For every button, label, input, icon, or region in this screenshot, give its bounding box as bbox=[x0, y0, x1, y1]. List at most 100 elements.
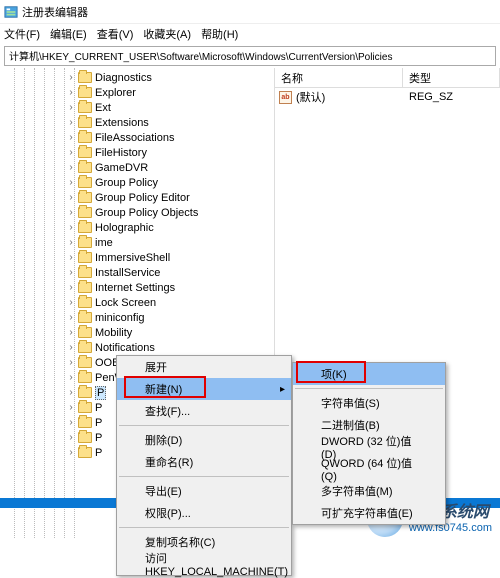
tree-item[interactable]: ›Diagnostics bbox=[0, 70, 274, 85]
tree-item[interactable]: › Group Policy Objects bbox=[0, 205, 274, 220]
tree-item[interactable]: › miniconfig bbox=[0, 310, 274, 325]
expand-icon[interactable]: › bbox=[66, 343, 76, 353]
tree-label: FileAssociations bbox=[95, 132, 174, 144]
folder-icon bbox=[78, 447, 92, 458]
expand-icon[interactable]: › bbox=[66, 313, 76, 323]
folder-icon bbox=[78, 72, 92, 83]
separator bbox=[119, 425, 289, 426]
ctx-delete[interactable]: 删除(D) bbox=[117, 429, 291, 451]
expand-icon[interactable]: › bbox=[66, 298, 76, 308]
tree-label: Group Policy Objects bbox=[95, 207, 198, 219]
expand-icon[interactable]: › bbox=[66, 223, 76, 233]
address-bar[interactable]: 计算机\HKEY_CURRENT_USER\Software\Microsoft… bbox=[4, 46, 496, 66]
expand-icon[interactable]: › bbox=[66, 208, 76, 218]
expand-icon[interactable]: › bbox=[66, 193, 76, 203]
tree-item[interactable]: › Lock Screen bbox=[0, 295, 274, 310]
ctx-permissions[interactable]: 权限(P)... bbox=[117, 502, 291, 524]
expand-icon[interactable]: › bbox=[66, 163, 76, 173]
ctx-export[interactable]: 导出(E) bbox=[117, 480, 291, 502]
new-string[interactable]: 字符串值(S) bbox=[293, 392, 445, 414]
folder-icon bbox=[78, 87, 92, 98]
menu-file[interactable]: 文件(F) bbox=[4, 26, 40, 42]
tree-label: miniconfig bbox=[95, 312, 145, 324]
expand-icon[interactable]: › bbox=[66, 388, 76, 398]
tree-item[interactable]: › ime bbox=[0, 235, 274, 250]
tree-label: Ext bbox=[95, 102, 111, 114]
expand-icon[interactable]: › bbox=[66, 358, 76, 368]
tree-label: P bbox=[95, 432, 102, 444]
expand-icon[interactable]: › bbox=[66, 418, 76, 428]
new-expandstring[interactable]: 可扩充字符串值(E) bbox=[293, 502, 445, 524]
folder-icon bbox=[78, 252, 92, 263]
tree-item[interactable]: › Group Policy Editor bbox=[0, 190, 274, 205]
tree-label: Lock Screen bbox=[95, 297, 156, 309]
context-submenu-new: 项(K) 字符串值(S) 二进制值(B) DWORD (32 位)值(D) QW… bbox=[292, 362, 446, 525]
ctx-goto-hklm[interactable]: 访问 HKEY_LOCAL_MACHINE(T) bbox=[117, 553, 291, 575]
expand-icon[interactable]: › bbox=[66, 283, 76, 293]
tree-item[interactable]: › Mobility bbox=[0, 325, 274, 340]
new-qword[interactable]: QWORD (64 位)值(Q) bbox=[293, 458, 445, 480]
list-row[interactable]: ab (默认) REG_SZ bbox=[275, 88, 500, 106]
tree-label: ime bbox=[95, 237, 113, 249]
menu-help[interactable]: 帮助(H) bbox=[201, 26, 238, 42]
tree-item[interactable]: › FileHistory bbox=[0, 145, 274, 160]
expand-icon[interactable]: › bbox=[66, 73, 76, 83]
expand-icon[interactable]: › bbox=[66, 268, 76, 278]
tree-item[interactable]: ›Explorer bbox=[0, 85, 274, 100]
expand-icon[interactable]: › bbox=[66, 403, 76, 413]
ctx-copy-key-name[interactable]: 复制项名称(C) bbox=[117, 531, 291, 553]
expand-icon[interactable]: › bbox=[66, 103, 76, 113]
folder-icon bbox=[78, 222, 92, 233]
tree-label: P bbox=[95, 386, 106, 400]
folder-icon bbox=[78, 402, 92, 413]
expand-icon[interactable]: › bbox=[66, 253, 76, 263]
menu-view[interactable]: 查看(V) bbox=[97, 26, 134, 42]
value-name: (默认) bbox=[296, 89, 325, 105]
ctx-new[interactable]: 新建(N) bbox=[117, 378, 291, 400]
ctx-expand[interactable]: 展开 bbox=[117, 356, 291, 378]
menu-edit[interactable]: 编辑(E) bbox=[50, 26, 87, 42]
tree-item[interactable]: › Ext bbox=[0, 100, 274, 115]
new-key[interactable]: 项(K) bbox=[293, 363, 445, 385]
tree-item[interactable]: ›GameDVR bbox=[0, 160, 274, 175]
menu-favorites[interactable]: 收藏夹(A) bbox=[143, 26, 191, 42]
tree-label: InstallService bbox=[95, 267, 160, 279]
expand-icon[interactable]: › bbox=[66, 328, 76, 338]
folder-icon bbox=[78, 387, 92, 398]
folder-icon bbox=[78, 282, 92, 293]
expand-icon[interactable]: › bbox=[66, 433, 76, 443]
new-multistring[interactable]: 多字符串值(M) bbox=[293, 480, 445, 502]
expand-icon[interactable]: › bbox=[66, 118, 76, 128]
expand-icon[interactable]: › bbox=[66, 373, 76, 383]
tree-label: FileHistory bbox=[95, 147, 147, 159]
tree-item[interactable]: ›Notifications bbox=[0, 340, 274, 355]
tree-label: Group Policy Editor bbox=[95, 192, 190, 204]
expand-icon[interactable]: › bbox=[66, 238, 76, 248]
tree-label: Internet Settings bbox=[95, 282, 175, 294]
ctx-rename[interactable]: 重命名(R) bbox=[117, 451, 291, 473]
tree-item[interactable]: › FileAssociations bbox=[0, 130, 274, 145]
tree-item[interactable]: ›Holographic bbox=[0, 220, 274, 235]
tree-item[interactable]: › ImmersiveShell bbox=[0, 250, 274, 265]
expand-icon[interactable]: › bbox=[66, 448, 76, 458]
tree-item[interactable]: › InstallService bbox=[0, 265, 274, 280]
tree-item[interactable]: ›Extensions bbox=[0, 115, 274, 130]
tree-item[interactable]: › Internet Settings bbox=[0, 280, 274, 295]
window-title: 注册表编辑器 bbox=[22, 4, 88, 20]
expand-icon[interactable]: › bbox=[66, 178, 76, 188]
list-header: 名称 类型 bbox=[275, 68, 500, 88]
string-value-icon: ab bbox=[279, 91, 292, 104]
expand-icon[interactable]: › bbox=[66, 148, 76, 158]
expand-icon[interactable]: › bbox=[66, 133, 76, 143]
tree-label: ImmersiveShell bbox=[95, 252, 170, 264]
expand-icon[interactable]: › bbox=[66, 88, 76, 98]
col-name[interactable]: 名称 bbox=[275, 68, 403, 87]
value-type: REG_SZ bbox=[403, 91, 500, 103]
tree-item[interactable]: ›Group Policy bbox=[0, 175, 274, 190]
separator bbox=[119, 476, 289, 477]
ctx-find[interactable]: 查找(F)... bbox=[117, 400, 291, 422]
folder-icon bbox=[78, 117, 92, 128]
tree-label: Mobility bbox=[95, 327, 132, 339]
col-type[interactable]: 类型 bbox=[403, 68, 500, 87]
regedit-icon bbox=[4, 5, 18, 19]
